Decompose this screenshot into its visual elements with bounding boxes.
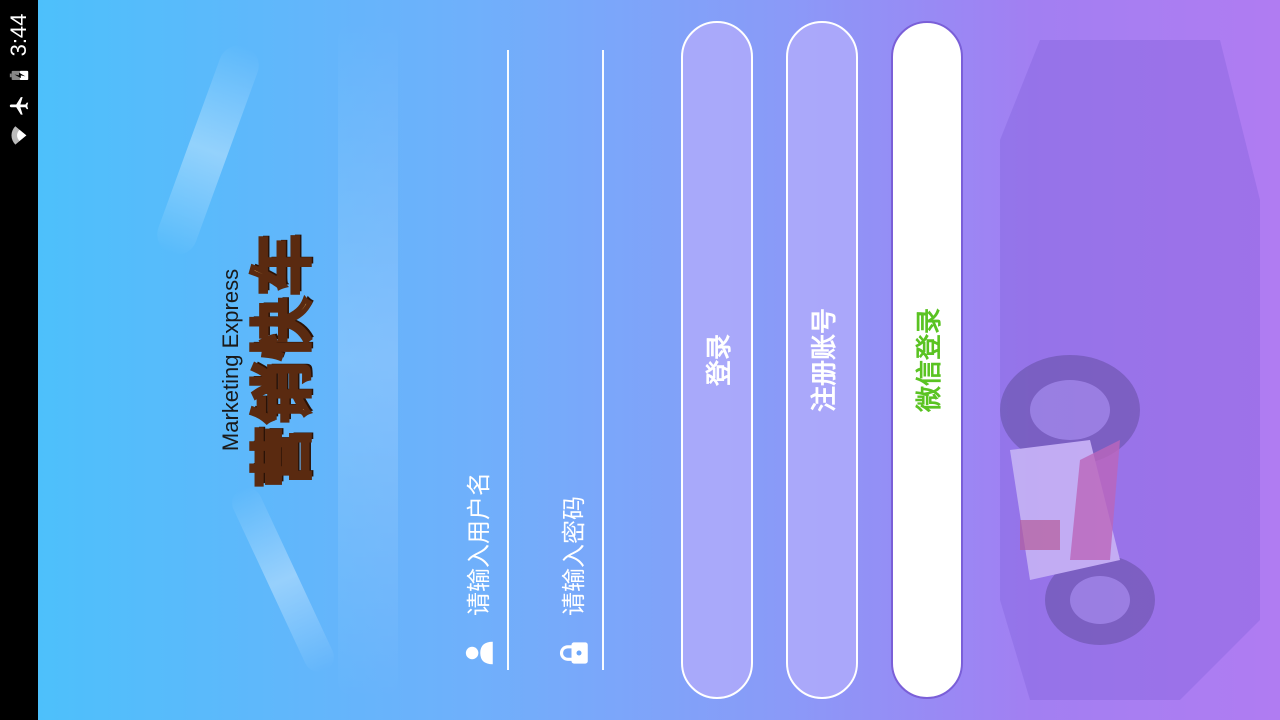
login-screen: Marketing Express 营销快车 [38, 0, 1280, 720]
light-streak-decoration [338, 20, 398, 700]
race-car-background-image [1000, 40, 1260, 700]
light-streak-decoration [151, 39, 265, 261]
airplane-mode-icon [8, 94, 30, 116]
register-button[interactable]: 注册账号 [786, 21, 858, 699]
wechat-login-button[interactable]: 微信登录 [891, 21, 963, 699]
logo-subtitle: Marketing Express [218, 268, 243, 452]
light-streak-decoration [227, 483, 339, 677]
user-icon [462, 636, 496, 670]
wifi-icon [8, 124, 30, 146]
battery-charging-icon [8, 64, 30, 86]
status-bar: 3:44 [0, 0, 38, 720]
password-input[interactable] [559, 74, 589, 618]
login-button[interactable]: 登录 [681, 21, 753, 699]
wechat-login-button-label: 微信登录 [914, 308, 945, 413]
lock-icon [557, 636, 591, 670]
app-logo: Marketing Express 营销快车 [218, 230, 321, 489]
username-field[interactable] [451, 50, 509, 670]
username-input[interactable] [464, 74, 494, 618]
login-button-label: 登录 [704, 334, 735, 387]
status-time: 3:44 [6, 13, 31, 57]
password-field[interactable] [546, 50, 604, 670]
logo-title: 营销快车 [245, 230, 321, 489]
register-button-label: 注册账号 [809, 308, 840, 413]
screen: 3:44 Marketing Express 营销快车 请输入用户名 登录 注册… [0, 0, 1280, 720]
status-bar-content: 3:44 [6, 14, 32, 147]
